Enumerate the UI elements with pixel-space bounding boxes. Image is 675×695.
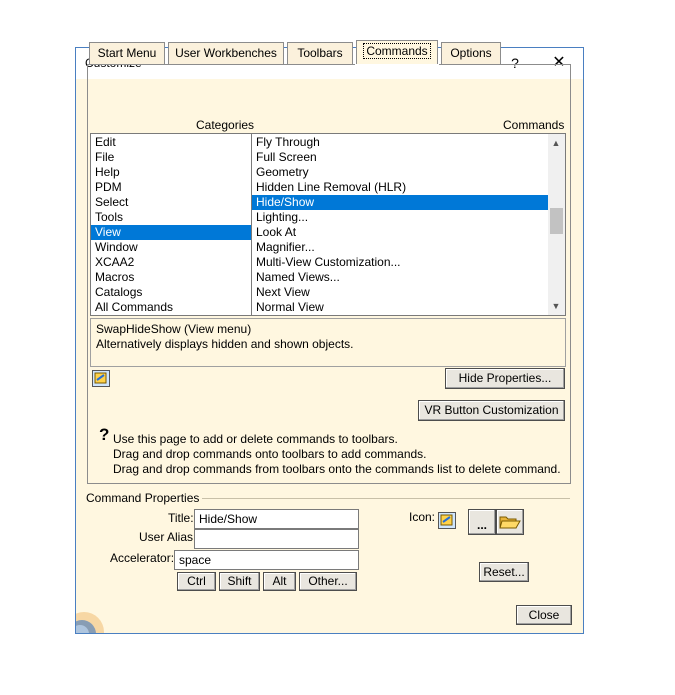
tab-user-workbenches[interactable]: User Workbenches	[168, 42, 284, 64]
title-label: Title:	[168, 511, 194, 525]
reset-button[interactable]: Reset...	[479, 562, 529, 582]
list-item[interactable]: Help	[91, 165, 253, 180]
ctrl-button[interactable]: Ctrl	[177, 572, 216, 591]
accelerator-field[interactable]: space	[174, 550, 359, 570]
list-item[interactable]: File	[91, 150, 253, 165]
list-item-selected[interactable]: Hide/Show	[252, 195, 552, 210]
list-item[interactable]: Catalogs	[91, 285, 253, 300]
tab-start-menu[interactable]: Start Menu	[89, 42, 165, 64]
help-text-line-1: Use this page to add or delete commands …	[113, 432, 398, 446]
tab-label: User Workbenches	[175, 46, 277, 60]
tab-commands[interactable]: Commands	[356, 40, 438, 64]
user-alias-field[interactable]	[194, 529, 359, 549]
scroll-down-arrow-icon[interactable]: ▼	[548, 298, 564, 314]
tab-label: Options	[450, 46, 492, 60]
commands-scrollbar[interactable]: ▲ ▼	[548, 134, 565, 315]
list-item[interactable]: Geometry	[252, 165, 552, 180]
categories-list[interactable]: Edit File Help PDM Select Tools View Win…	[90, 133, 253, 316]
icon-label: Icon:	[409, 510, 436, 524]
folder-open-icon[interactable]	[496, 509, 524, 535]
list-item[interactable]: Edit	[91, 135, 253, 150]
help-question-icon: ?	[99, 425, 110, 444]
commands-header: Commands	[503, 118, 565, 132]
hide-properties-button[interactable]: Hide Properties...	[445, 368, 565, 389]
help-text-line-3: Drag and drop commands from toolbars ont…	[113, 462, 561, 476]
description-line-2: Alternatively displays hidden and shown …	[96, 337, 354, 351]
title-field[interactable]: Hide/Show	[194, 509, 359, 529]
list-item[interactable]: Normal View	[252, 300, 552, 315]
icon-browse-button[interactable]: ...	[468, 509, 496, 535]
scroll-up-arrow-icon[interactable]: ▲	[548, 135, 564, 151]
tab-label: Start Menu	[97, 46, 157, 60]
command-properties-label: Command Properties	[86, 491, 200, 505]
alt-button[interactable]: Alt	[263, 572, 296, 591]
user-alias-label: User Alias:	[139, 530, 197, 544]
list-item[interactable]: Tools	[91, 210, 253, 225]
description-box: SwapHideShow (View menu) Alternatively d…	[90, 318, 566, 367]
list-item[interactable]: Window	[91, 240, 253, 255]
list-item[interactable]: PDM	[91, 180, 253, 195]
list-item[interactable]: Select	[91, 195, 253, 210]
list-item[interactable]: Fly Through	[252, 135, 552, 150]
list-item[interactable]: Next View	[252, 285, 552, 300]
accelerator-label: Accelerator:	[110, 551, 175, 565]
list-item[interactable]: Multi-View Customization...	[252, 255, 552, 270]
hide-show-icon[interactable]	[92, 370, 110, 387]
tab-toolbars[interactable]: Toolbars	[287, 42, 353, 64]
close-button[interactable]: Close	[516, 605, 572, 625]
list-item-selected[interactable]: View	[91, 225, 253, 240]
other-button[interactable]: Other...	[299, 572, 357, 591]
categories-header: Categories	[196, 118, 255, 132]
list-item[interactable]: Look At	[252, 225, 552, 240]
shift-button[interactable]: Shift	[219, 572, 260, 591]
tab-label: Toolbars	[297, 46, 343, 60]
list-item[interactable]: All Commands	[91, 300, 253, 315]
commands-list[interactable]: Fly Through Full Screen Geometry Hidden …	[251, 133, 566, 316]
tab-label: Commands	[363, 43, 431, 59]
list-item[interactable]: XCAA2	[91, 255, 253, 270]
description-line-1: SwapHideShow (View menu)	[96, 322, 252, 336]
list-item[interactable]: Named Views...	[252, 270, 552, 285]
list-item[interactable]: Full Screen	[252, 150, 552, 165]
scrollbar-thumb[interactable]	[550, 208, 563, 234]
list-item[interactable]: Lighting...	[252, 210, 552, 225]
list-item[interactable]: Macros	[91, 270, 253, 285]
list-item[interactable]: Hidden Line Removal (HLR)	[252, 180, 552, 195]
vr-button-customization-button[interactable]: VR Button Customization	[418, 400, 565, 421]
list-item[interactable]: Magnifier...	[252, 240, 552, 255]
app-emblem-icon	[76, 598, 121, 633]
tab-options[interactable]: Options	[441, 42, 501, 64]
help-text-line-2: Drag and drop commands onto toolbars to …	[113, 447, 427, 461]
group-separator	[202, 498, 570, 499]
hide-show-icon	[438, 512, 456, 529]
